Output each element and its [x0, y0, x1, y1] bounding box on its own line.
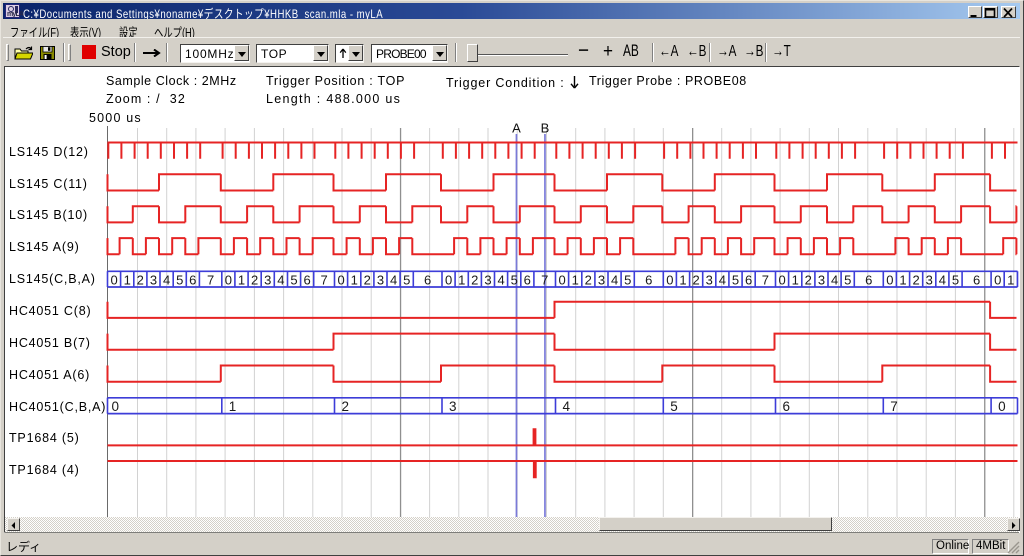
svg-text:1: 1	[350, 272, 357, 287]
svg-text:2: 2	[341, 399, 349, 414]
svg-text:6: 6	[645, 272, 652, 287]
svg-text:2: 2	[363, 272, 370, 287]
svg-text:1: 1	[679, 272, 686, 287]
svg-text:1: 1	[458, 272, 465, 287]
svg-text:5: 5	[510, 272, 517, 287]
svg-text:3: 3	[150, 272, 157, 287]
svg-text:1: 1	[791, 272, 798, 287]
svg-text:0: 0	[558, 272, 565, 287]
svg-text:0: 0	[445, 272, 452, 287]
svg-text:5: 5	[403, 272, 410, 287]
svg-text:6: 6	[424, 272, 431, 287]
svg-text:2: 2	[912, 272, 919, 287]
svg-text:2: 2	[471, 272, 478, 287]
svg-text:3: 3	[818, 272, 825, 287]
svg-text:1: 1	[229, 399, 237, 414]
svg-text:5: 5	[732, 272, 739, 287]
svg-text:7: 7	[761, 272, 768, 287]
svg-text:4: 4	[163, 272, 170, 287]
svg-text:0: 0	[998, 399, 1006, 414]
svg-text:3: 3	[598, 272, 605, 287]
svg-text:0: 0	[666, 272, 673, 287]
svg-text:A: A	[512, 120, 521, 135]
svg-text:2: 2	[251, 272, 258, 287]
svg-text:6: 6	[523, 272, 530, 287]
svg-text:5: 5	[844, 272, 851, 287]
svg-text:2: 2	[136, 272, 143, 287]
svg-text:6: 6	[303, 272, 310, 287]
svg-text:7: 7	[541, 272, 548, 287]
svg-text:6: 6	[782, 399, 790, 414]
svg-text:4: 4	[277, 272, 284, 287]
svg-text:4: 4	[390, 272, 397, 287]
svg-text:3: 3	[264, 272, 271, 287]
svg-text:3: 3	[484, 272, 491, 287]
svg-text:3: 3	[705, 272, 712, 287]
svg-text:0: 0	[337, 272, 344, 287]
svg-text:3: 3	[925, 272, 932, 287]
svg-text:1: 1	[123, 272, 130, 287]
svg-text:2: 2	[584, 272, 591, 287]
svg-text:5: 5	[624, 272, 631, 287]
svg-text:7: 7	[320, 272, 327, 287]
svg-text:1: 1	[1007, 272, 1014, 287]
svg-text:0: 0	[994, 272, 1001, 287]
svg-text:2: 2	[692, 272, 699, 287]
svg-text:2: 2	[804, 272, 811, 287]
svg-text:6: 6	[865, 272, 872, 287]
svg-text:1: 1	[571, 272, 578, 287]
svg-text:5: 5	[176, 272, 183, 287]
svg-text:3: 3	[377, 272, 384, 287]
svg-text:6: 6	[189, 272, 196, 287]
svg-text:4: 4	[831, 272, 838, 287]
svg-text:0: 0	[778, 272, 785, 287]
svg-text:5: 5	[670, 399, 678, 414]
svg-text:4: 4	[562, 399, 570, 414]
svg-text:5: 5	[290, 272, 297, 287]
svg-text:4: 4	[718, 272, 725, 287]
svg-text:7: 7	[890, 399, 898, 414]
svg-text:4: 4	[497, 272, 504, 287]
svg-text:4: 4	[611, 272, 618, 287]
svg-text:0: 0	[111, 399, 119, 414]
svg-text:5: 5	[952, 272, 959, 287]
svg-text:6: 6	[973, 272, 980, 287]
svg-text:0: 0	[224, 272, 231, 287]
svg-text:6: 6	[745, 272, 752, 287]
svg-text:0: 0	[110, 272, 117, 287]
svg-text:1: 1	[238, 272, 245, 287]
svg-text:3: 3	[449, 399, 457, 414]
svg-text:4: 4	[938, 272, 945, 287]
svg-text:0: 0	[886, 272, 893, 287]
svg-text:1: 1	[899, 272, 906, 287]
svg-text:B: B	[540, 120, 549, 135]
svg-text:7: 7	[207, 272, 214, 287]
